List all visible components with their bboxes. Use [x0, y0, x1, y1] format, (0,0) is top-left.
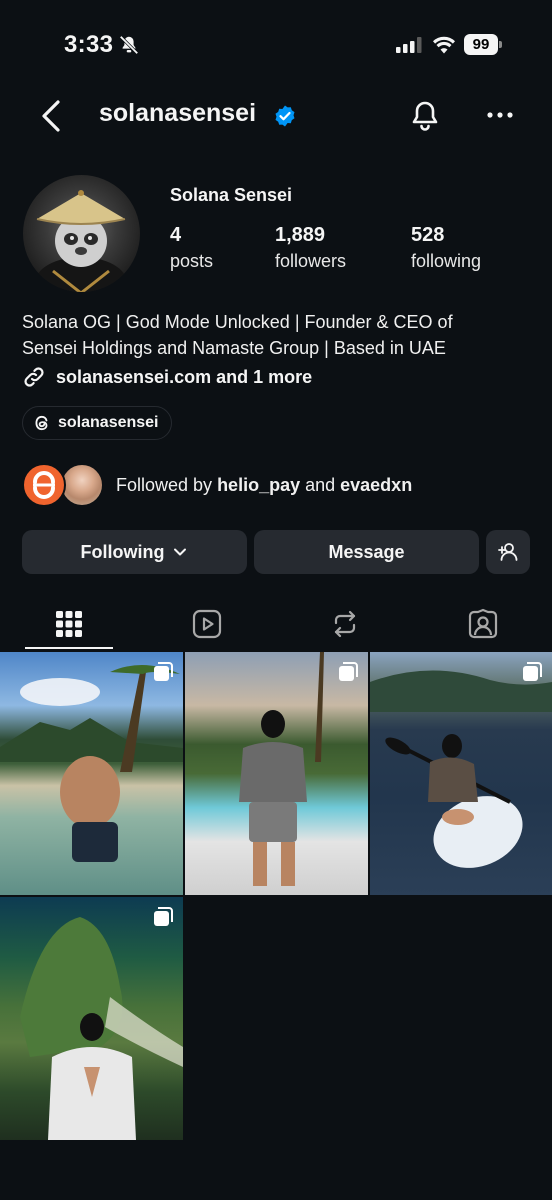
post-image [20, 917, 183, 1140]
active-tab-indicator [25, 647, 113, 649]
helio-logo-icon [33, 471, 55, 499]
link-icon [24, 367, 44, 387]
posts-count: 4 [170, 224, 182, 246]
repost-icon [334, 610, 356, 638]
chevron-down-icon [174, 548, 187, 556]
follower-name: evaedxn [340, 474, 413, 495]
following-label: following [411, 251, 482, 271]
bio-line: Sensei Holdings and Namaste Group | Base… [22, 338, 446, 358]
profile-link[interactable]: solanasensei.com and 1 more [22, 363, 312, 391]
profile-bio: Solana OG | God Mode Unlocked | Founder … [22, 309, 522, 361]
threads-profile-chip[interactable]: solanasensei [22, 406, 172, 440]
bio-line: Solana OG | God Mode Unlocked | Founder … [22, 312, 453, 332]
posts-stat: 4 posts [170, 224, 213, 272]
back-arrow-icon[interactable] [36, 96, 68, 136]
post-thumbnail[interactable] [0, 897, 183, 1140]
message-button[interactable]: Message [254, 530, 479, 574]
avatar-panda-sensei-icon [35, 190, 127, 292]
post-thumbnail[interactable] [0, 652, 183, 895]
post-image [0, 664, 183, 862]
threads-icon [35, 415, 48, 431]
tab-grid[interactable] [0, 600, 138, 648]
profile-username: solanasensei [99, 99, 257, 127]
follower-avatar [22, 463, 66, 507]
following-stat[interactable]: 528 following [411, 224, 481, 272]
posts-label: posts [170, 251, 214, 271]
follower-name: helio_pay [217, 474, 301, 495]
post-thumbnail[interactable] [370, 652, 552, 895]
followed-by-row[interactable]: Followed by helio_pay and evaedxn [22, 462, 412, 508]
status-time: 3:33 [64, 31, 114, 58]
carousel-indicator-icon [154, 662, 173, 681]
battery-indicator: 99 [464, 34, 502, 56]
carousel-indicator-icon [523, 662, 542, 681]
message-button-label: Message [328, 541, 405, 562]
profile-link-text: solanasensei.com and 1 more [56, 366, 313, 387]
more-options-icon[interactable] [484, 103, 516, 127]
tab-reels[interactable] [138, 600, 276, 648]
post-image [370, 670, 552, 868]
cellular-signal-icon [396, 37, 422, 53]
followed-by-prefix: Followed by [116, 474, 218, 495]
follower-avatar [60, 463, 104, 507]
battery-cap [499, 41, 502, 48]
add-user-icon [498, 543, 518, 561]
post-thumbnail[interactable] [185, 652, 368, 895]
battery-level: 99 [464, 34, 498, 55]
carousel-indicator-icon [339, 662, 358, 681]
wifi-icon [433, 36, 455, 54]
threads-handle: solanasensei [58, 414, 159, 431]
profile-avatar[interactable] [23, 175, 140, 292]
profile-display-name: Solana Sensei [170, 185, 293, 205]
post-image [239, 652, 324, 886]
tagged-icon [468, 608, 498, 639]
followed-by-text: Followed by helio_pay and evaedxn [116, 475, 412, 496]
tab-tagged[interactable] [414, 600, 552, 648]
following-button-label: Following [80, 541, 165, 562]
suggested-users-button[interactable] [486, 530, 530, 574]
tab-reposts[interactable] [276, 600, 414, 648]
grid-icon [56, 611, 82, 637]
silent-mode-icon [119, 35, 139, 55]
following-button[interactable]: Following [22, 530, 247, 574]
reels-icon [192, 609, 222, 639]
followers-count: 1,889 [275, 224, 326, 246]
notifications-bell-icon[interactable] [408, 99, 442, 133]
verified-badge-icon [275, 105, 295, 127]
following-count: 528 [411, 224, 445, 246]
followers-label: followers [275, 251, 347, 271]
followers-stat[interactable]: 1,889 followers [275, 224, 346, 272]
carousel-indicator-icon [154, 907, 173, 926]
followed-by-joiner: and [300, 474, 341, 495]
status-bar: 3:33 99 [0, 0, 552, 90]
